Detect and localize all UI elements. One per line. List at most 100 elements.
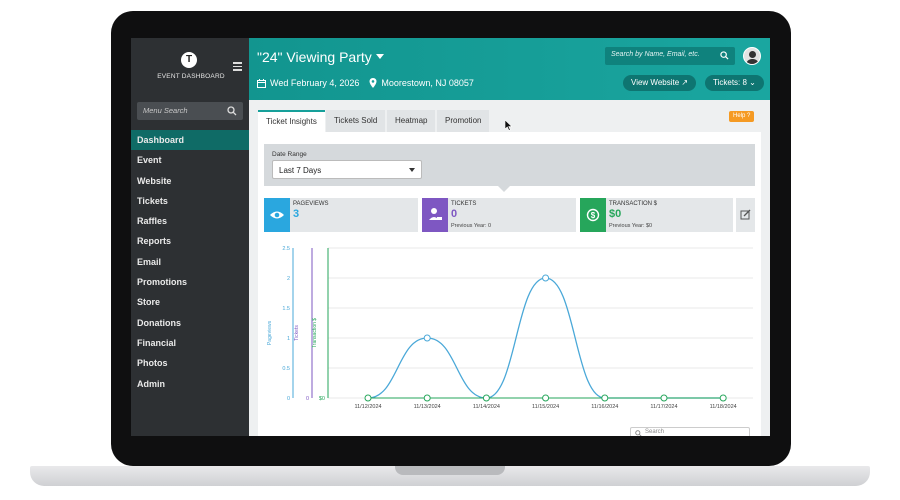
dollar-icon: $: [586, 208, 600, 222]
tickets-axis-label: Tickets: [294, 325, 300, 341]
stat-icon-bg-tickets: [422, 198, 448, 232]
x-tick-label: 11/18/2024: [710, 404, 737, 410]
x-tick-label: 11/16/2024: [591, 404, 618, 410]
eye-icon: [270, 211, 284, 219]
transaction-point: [482, 394, 490, 402]
menu-search-input[interactable]: Menu Search: [137, 102, 243, 120]
stat-label: TRANSACTION $: [609, 201, 658, 207]
event-date: Wed February 4, 2026: [270, 78, 360, 88]
tickets-dropdown-button[interactable]: Tickets: 8 ⌄: [705, 75, 764, 91]
tickets-button-label: Tickets: 8: [713, 78, 747, 87]
help-button[interactable]: Help ?: [729, 111, 755, 122]
sidebar: T EVENT DASHBOARD Menu Search Dashboard E…: [131, 38, 249, 436]
search-icon: [720, 51, 729, 60]
view-website-button[interactable]: View Website ↗: [623, 75, 697, 91]
sidebar-item-raffles[interactable]: Raffles: [131, 211, 249, 231]
x-tick-label: 11/14/2024: [473, 404, 500, 410]
user-ticket-icon: [429, 208, 442, 220]
view-website-label: View Website: [631, 78, 680, 87]
date-range-label: Date Range: [272, 151, 307, 158]
date-range-select[interactable]: Last 7 Days: [272, 160, 422, 179]
caret-down-icon: [375, 54, 384, 59]
sidebar-item-store[interactable]: Store: [131, 292, 249, 312]
chevron-down-icon: [409, 168, 415, 172]
transaction-point: [364, 394, 372, 402]
stat-card-transactions: $ TRANSACTION $ $0 Previous Year: $0: [580, 198, 733, 232]
sidebar-item-website[interactable]: Website: [131, 171, 249, 191]
x-tick-label: 11/17/2024: [650, 404, 677, 410]
tab-promotion[interactable]: Promotion: [437, 110, 490, 132]
y-tick-label: 0.5: [282, 366, 290, 372]
sidebar-item-financial[interactable]: Financial: [131, 333, 249, 353]
sidebar-item-reports[interactable]: Reports: [131, 231, 249, 251]
mouse-cursor-icon: [505, 120, 513, 131]
edit-stats-button[interactable]: [736, 198, 755, 232]
stat-icon-bg-transactions: $: [580, 198, 606, 232]
transaction-point: [719, 394, 727, 402]
stat-icon-bg-pageviews: [264, 198, 290, 232]
stat-label: PAGEVIEWS: [293, 201, 329, 207]
event-title-text: "24" Viewing Party: [257, 49, 372, 65]
y-tick-label: 0: [287, 396, 290, 402]
pageviews-axis-label: Pageviews: [267, 320, 273, 345]
stat-label: TICKETS: [451, 201, 477, 207]
stat-card-pageviews: PAGEVIEWS 3: [264, 198, 418, 232]
event-header: "24" Viewing Party Wed February 4, 2026 …: [249, 38, 770, 100]
edit-icon: [740, 209, 751, 220]
avatar[interactable]: [743, 47, 761, 65]
sidebar-item-dashboard[interactable]: Dashboard: [131, 130, 249, 151]
global-search-placeholder: Search by Name, Email, etc.: [611, 51, 700, 58]
sidebar-item-event[interactable]: Event: [131, 150, 249, 170]
stat-value: $0: [609, 208, 622, 220]
event-location: Moorestown, NJ 08057: [381, 78, 474, 88]
sidebar-item-tickets[interactable]: Tickets: [131, 191, 249, 211]
transaction-point: [601, 394, 609, 402]
tab-ticket-insights[interactable]: Ticket Insights: [258, 110, 325, 132]
laptop-notch: [395, 466, 505, 475]
ticket-insights-chart: 0 0.5 1 1.5 2 2.5 0 $0 Pageviews Tickets Transacti…: [267, 246, 753, 410]
transaction-point: [542, 394, 550, 402]
y-tick-label: 2.5: [282, 246, 290, 252]
y-tick-label: 2: [287, 276, 290, 282]
dashboard-screen: T EVENT DASHBOARD Menu Search Dashboard E…: [131, 38, 770, 436]
date-range-value: Last 7 Days: [279, 166, 322, 175]
hamburger-menu-icon[interactable]: [233, 62, 242, 71]
y-tick-label: 1: [287, 336, 290, 342]
event-title[interactable]: "24" Viewing Party: [257, 49, 384, 65]
event-meta: Wed February 4, 2026 Moorestown, NJ 0805…: [257, 78, 474, 88]
date-range-box: Date Range Last 7 Days: [264, 144, 755, 186]
search-icon: [635, 430, 642, 436]
stat-previous: Previous Year: $0: [609, 223, 653, 229]
pageviews-point: [423, 334, 431, 342]
x-tick-label: 11/13/2024: [414, 404, 441, 410]
x-tick-label: 11/15/2024: [532, 404, 559, 410]
tickets-tick-label: 0: [306, 396, 309, 402]
tab-tickets-sold[interactable]: Tickets Sold: [326, 110, 386, 132]
transaction-tick-label: $0: [319, 396, 325, 402]
transaction-axis-label: Transaction $: [312, 318, 318, 348]
main-content: Ticket Insights Tickets Sold Heatmap Pro…: [249, 100, 770, 436]
svg-text:$: $: [591, 211, 596, 220]
table-search-input[interactable]: Search: [630, 427, 750, 436]
pageviews-point: [542, 274, 550, 282]
sidebar-item-donations[interactable]: Donations: [131, 313, 249, 333]
help-label: Help: [733, 113, 746, 119]
range-pointer: [498, 186, 510, 192]
calendar-icon: [257, 78, 266, 88]
tab-heatmap[interactable]: Heatmap: [387, 110, 436, 132]
sidebar-item-photos[interactable]: Photos: [131, 353, 249, 373]
stat-previous: Previous Year: 0: [451, 223, 492, 229]
table-search-placeholder: Search: [645, 429, 665, 435]
search-icon: [227, 106, 237, 116]
sidebar-item-admin[interactable]: Admin: [131, 374, 249, 394]
stat-card-tickets: TICKETS 0 Previous Year: 0: [422, 198, 576, 232]
sidebar-item-email[interactable]: Email: [131, 252, 249, 272]
location-pin-icon: [369, 78, 377, 88]
external-link-icon: ↗: [681, 78, 689, 87]
transaction-point: [660, 394, 668, 402]
global-search-input[interactable]: Search by Name, Email, etc.: [605, 47, 735, 65]
menu-search-placeholder: Menu Search: [143, 106, 188, 115]
sidebar-item-promotions[interactable]: Promotions: [131, 272, 249, 292]
logo-icon[interactable]: T: [181, 52, 197, 68]
chevron-down-icon: ⌄: [749, 78, 756, 87]
